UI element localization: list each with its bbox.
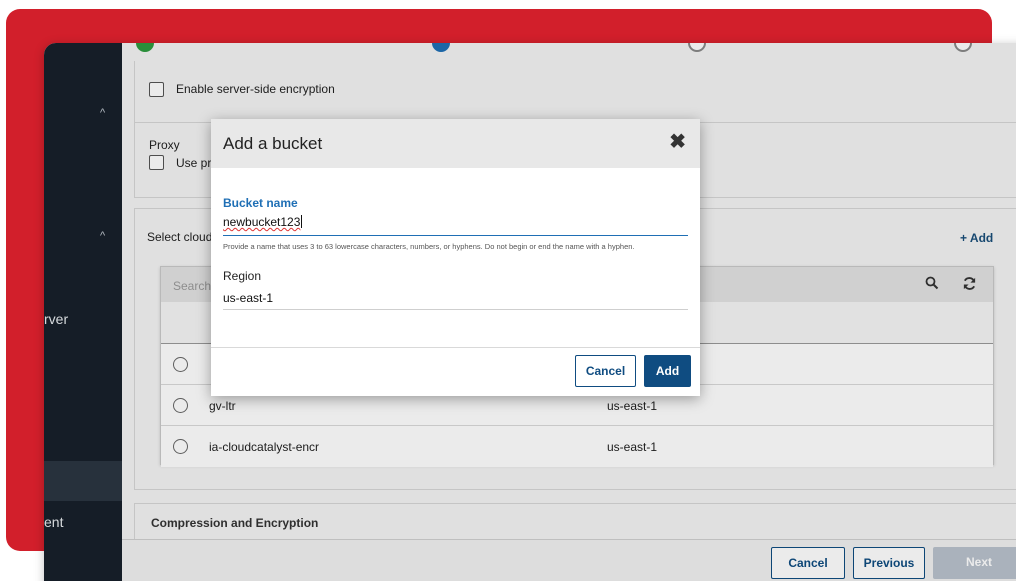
dialog-header: Add a bucket ✖ (211, 119, 700, 168)
bucket-name-input[interactable]: newbucket123 (223, 215, 688, 236)
dialog-footer: Cancel Add (211, 347, 700, 396)
add-bucket-dialog: Add a bucket ✖ Bucket name newbucket123 … (211, 119, 700, 396)
region-field[interactable]: us-east-1 (223, 291, 688, 310)
dialog-title: Add a bucket (223, 134, 323, 153)
screen: ^ ^ rver ent Enable server-side encrypti… (0, 0, 1016, 581)
bucket-name-label: Bucket name (223, 196, 298, 210)
close-icon[interactable]: ✖ (669, 132, 686, 152)
bucket-name-value: newbucket123 (223, 215, 301, 229)
add-button[interactable]: Add (644, 355, 691, 387)
cancel-button[interactable]: Cancel (575, 355, 636, 387)
text-caret (301, 215, 303, 228)
region-label: Region (223, 269, 262, 283)
bucket-name-hint: Provide a name that uses 3 to 63 lowerca… (223, 242, 635, 251)
